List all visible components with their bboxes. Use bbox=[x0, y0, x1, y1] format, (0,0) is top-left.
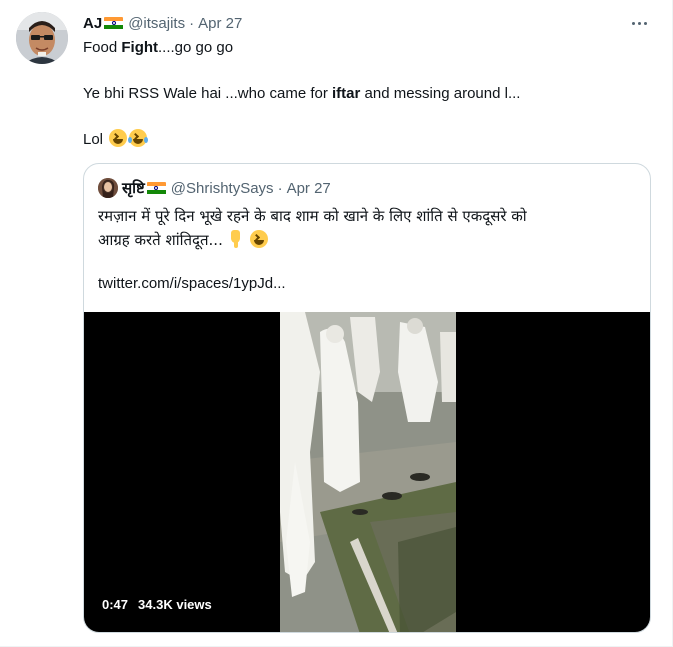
quoted-author-handle[interactable]: @ShrishtySays bbox=[171, 180, 274, 197]
india-flag-icon bbox=[104, 16, 124, 30]
quoted-tweet-header: सृष्टि @ShrishtySays · Apr 27 bbox=[98, 178, 331, 198]
tweet-text-line-3: Lol bbox=[83, 129, 149, 150]
quoted-text-line-2: आग्रह करते शांतिदूत... bbox=[98, 228, 268, 252]
more-options-icon[interactable] bbox=[628, 12, 650, 34]
quoted-author-avatar[interactable] bbox=[98, 178, 118, 198]
tweet-text-line-1: Food Fight....go go go bbox=[83, 38, 233, 58]
video-duration: 0:47 bbox=[102, 597, 129, 612]
tweet-date[interactable]: Apr 27 bbox=[198, 15, 242, 32]
video-frame bbox=[280, 312, 456, 632]
author-name[interactable]: AJ bbox=[83, 15, 102, 32]
grinning-squinting-face-icon bbox=[249, 230, 268, 248]
video-stats: 0:47 34.3K views bbox=[102, 597, 212, 612]
video-player[interactable]: 0:47 34.3K views bbox=[84, 312, 650, 632]
text-segment: Ye bhi RSS Wale hai ...who came for bbox=[83, 85, 333, 102]
separator: · bbox=[189, 14, 195, 32]
text-bold-segment: iftar bbox=[332, 85, 361, 102]
quoted-text-line-1: रमज़ान में पूरे दिन भूखे रहने के बाद शाम… bbox=[98, 207, 527, 225]
separator: · bbox=[277, 179, 283, 197]
text-segment: ....go go go bbox=[158, 39, 234, 56]
text-segment: and messing around l... bbox=[360, 85, 521, 102]
quoted-tweet-date[interactable]: Apr 27 bbox=[287, 180, 331, 197]
text-bold-segment: Fight bbox=[121, 39, 159, 56]
india-flag-icon bbox=[146, 181, 166, 195]
tweet-text-line-2: Ye bhi RSS Wale hai ...who came for ifta… bbox=[83, 84, 520, 104]
backhand-index-pointing-down-icon bbox=[229, 230, 243, 248]
tweet-header: AJ @itsajits · Apr 27 bbox=[83, 13, 242, 33]
face-with-tears-of-joy-icon bbox=[128, 129, 149, 147]
author-avatar[interactable] bbox=[16, 12, 68, 64]
tweet[interactable]: AJ @itsajits · Apr 27 Food Fight....go g… bbox=[0, 0, 673, 647]
quoted-author-name[interactable]: सृष्टि bbox=[122, 178, 145, 198]
grinning-squinting-face-icon bbox=[109, 129, 128, 147]
video-views: 34.3K views bbox=[138, 597, 212, 612]
text-segment: Food bbox=[83, 39, 122, 56]
text-segment: Lol bbox=[83, 131, 104, 148]
quoted-tweet[interactable]: सृष्टि @ShrishtySays · Apr 27 रमज़ान में… bbox=[83, 163, 651, 633]
text-segment: आग्रह करते शांतिदूत... bbox=[98, 231, 223, 249]
quoted-link[interactable]: twitter.com/i/spaces/1ypJd... bbox=[98, 272, 286, 296]
author-handle[interactable]: @itsajits bbox=[128, 15, 185, 32]
